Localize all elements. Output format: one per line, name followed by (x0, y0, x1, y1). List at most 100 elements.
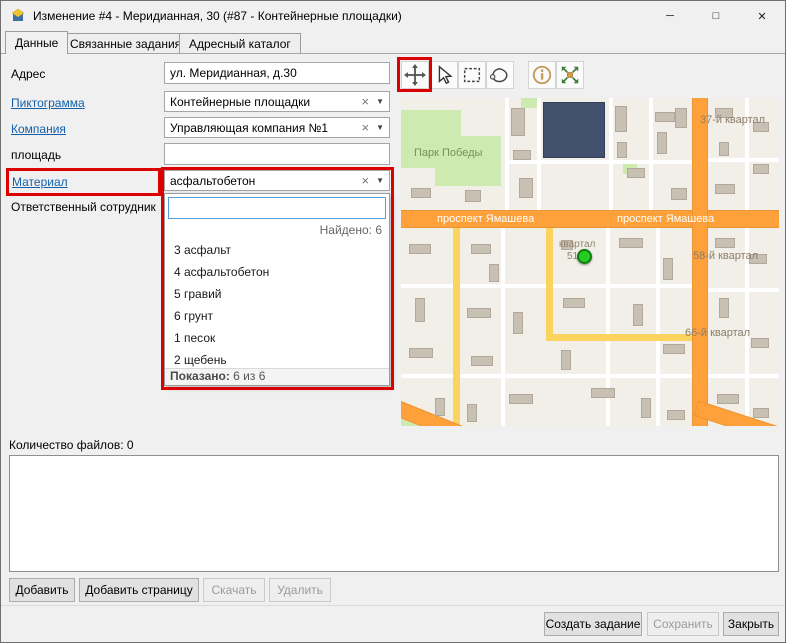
company-link[interactable]: Компания (11, 122, 66, 136)
map-building (467, 404, 477, 422)
map-building (617, 142, 627, 158)
map-street (609, 98, 613, 210)
map-building (663, 344, 685, 354)
map-street (505, 98, 509, 210)
map-building (675, 108, 687, 128)
map-building (409, 348, 433, 358)
address-label: Адрес (11, 67, 45, 81)
pictogram-value: Контейнерные площадки (170, 95, 357, 109)
map-building (753, 164, 769, 174)
map-building (715, 184, 735, 194)
map-tool-select-button[interactable] (430, 61, 458, 89)
material-combo[interactable]: асфальтобетон × ▼ (164, 170, 390, 191)
map-building (519, 178, 533, 198)
map-building (415, 298, 425, 322)
add-page-button[interactable]: Добавить страницу (79, 578, 199, 602)
map-building (717, 394, 739, 404)
dropdown-item[interactable]: 4 асфальтобетон (165, 261, 389, 283)
download-file-button[interactable]: Скачать (203, 578, 265, 602)
files-list[interactable] (9, 455, 779, 572)
files-count-label: Количество файлов: 0 (9, 438, 134, 452)
map-road-avenue (401, 397, 494, 426)
map-tool-rect-select-button[interactable] (458, 61, 486, 89)
map-label-quarter-66: 66-й квартал (685, 327, 750, 339)
tab-linked-tasks[interactable]: Связанные задания (60, 33, 191, 53)
map-park-area (521, 98, 537, 108)
material-value: асфальтобетон (170, 174, 357, 188)
save-button[interactable]: Сохранить (647, 612, 719, 636)
pictogram-combo[interactable]: Контейнерные площадки × ▼ (164, 91, 390, 112)
map-building (719, 298, 729, 318)
minimize-button[interactable]: ─ (647, 1, 693, 31)
material-dropdown-panel: Найдено: 6 3 асфальт 4 асфальтобетон 5 г… (164, 193, 390, 386)
dropdown-shown-count: Показано: 6 из 6 (165, 368, 389, 385)
map-building (591, 388, 615, 398)
clear-icon[interactable]: × (357, 174, 376, 187)
dropdown-found-count: Найдено: 6 (320, 223, 382, 237)
map-building (471, 356, 493, 366)
map-building (509, 394, 533, 404)
map-label-quarter-58: 58-й квартал (693, 250, 758, 262)
map-street (656, 228, 660, 426)
map-street (649, 98, 653, 210)
map-tool-info-button[interactable] (528, 61, 556, 89)
material-link[interactable]: Материал (12, 175, 68, 189)
map-building (511, 108, 525, 136)
map-building (411, 188, 431, 198)
material-search-input[interactable] (168, 197, 386, 219)
map-tool-extent-button[interactable] (556, 61, 584, 89)
map-street (401, 374, 692, 378)
clear-icon[interactable]: × (357, 121, 376, 134)
delete-file-button[interactable]: Удалить (269, 578, 331, 602)
map-building (719, 142, 729, 156)
pictogram-link[interactable]: Пиктограмма (11, 96, 85, 110)
dropdown-item-list: 3 асфальт 4 асфальтобетон 5 гравий 6 гру… (165, 239, 389, 371)
map-road-secondary (546, 334, 692, 341)
map-marker[interactable] (577, 249, 592, 264)
map-building (467, 308, 491, 318)
map-label-quarter-37: 37-й квартал (700, 114, 765, 126)
map-building (663, 258, 673, 280)
map-building (471, 244, 491, 254)
dropdown-item[interactable]: 3 асфальт (165, 239, 389, 261)
clear-icon[interactable]: × (357, 95, 376, 108)
company-combo[interactable]: Управляющая компания №1 × ▼ (164, 117, 390, 138)
map-building (513, 312, 523, 334)
create-task-button[interactable]: Создать задание (544, 612, 642, 636)
tab-address-catalog[interactable]: Адресный каталог (179, 33, 301, 53)
chevron-down-icon[interactable]: ▼ (376, 124, 384, 132)
window-controls: ─ □ ✕ (647, 1, 785, 31)
map-tool-lasso-button[interactable] (486, 61, 514, 89)
map-building (633, 304, 643, 326)
map-label-quarter-51: квартал (559, 239, 595, 250)
tab-data[interactable]: Данные (5, 31, 68, 54)
map[interactable]: Парк Победы проспект Ямашева проспект Ям… (401, 98, 779, 426)
map-building (657, 132, 667, 154)
dropdown-item[interactable]: 5 гравий (165, 283, 389, 305)
map-street (501, 228, 505, 426)
rect-select-icon (461, 64, 483, 86)
footer-divider (1, 605, 786, 606)
dropdown-item[interactable]: 1 песок (165, 327, 389, 349)
map-building (489, 264, 499, 282)
close-dialog-button[interactable]: Закрыть (723, 612, 779, 636)
map-street (708, 374, 779, 378)
map-label-avenue: проспект Ямашева (437, 213, 534, 225)
add-file-button[interactable]: Добавить (9, 578, 75, 602)
chevron-down-icon[interactable]: ▼ (376, 177, 384, 185)
info-icon (531, 64, 553, 86)
map-tool-move-button[interactable] (401, 61, 429, 89)
map-building-mall (543, 102, 605, 158)
close-button[interactable]: ✕ (739, 1, 785, 31)
move-icon (404, 64, 426, 86)
map-building (619, 238, 643, 248)
area-input[interactable] (164, 143, 390, 165)
address-input[interactable] (164, 62, 390, 84)
maximize-button[interactable]: □ (693, 1, 739, 31)
company-value: Управляющая компания №1 (170, 121, 357, 135)
map-building (641, 398, 651, 418)
map-building (667, 410, 685, 420)
dropdown-item[interactable]: 6 грунт (165, 305, 389, 327)
map-building (465, 190, 481, 202)
chevron-down-icon[interactable]: ▼ (376, 98, 384, 106)
